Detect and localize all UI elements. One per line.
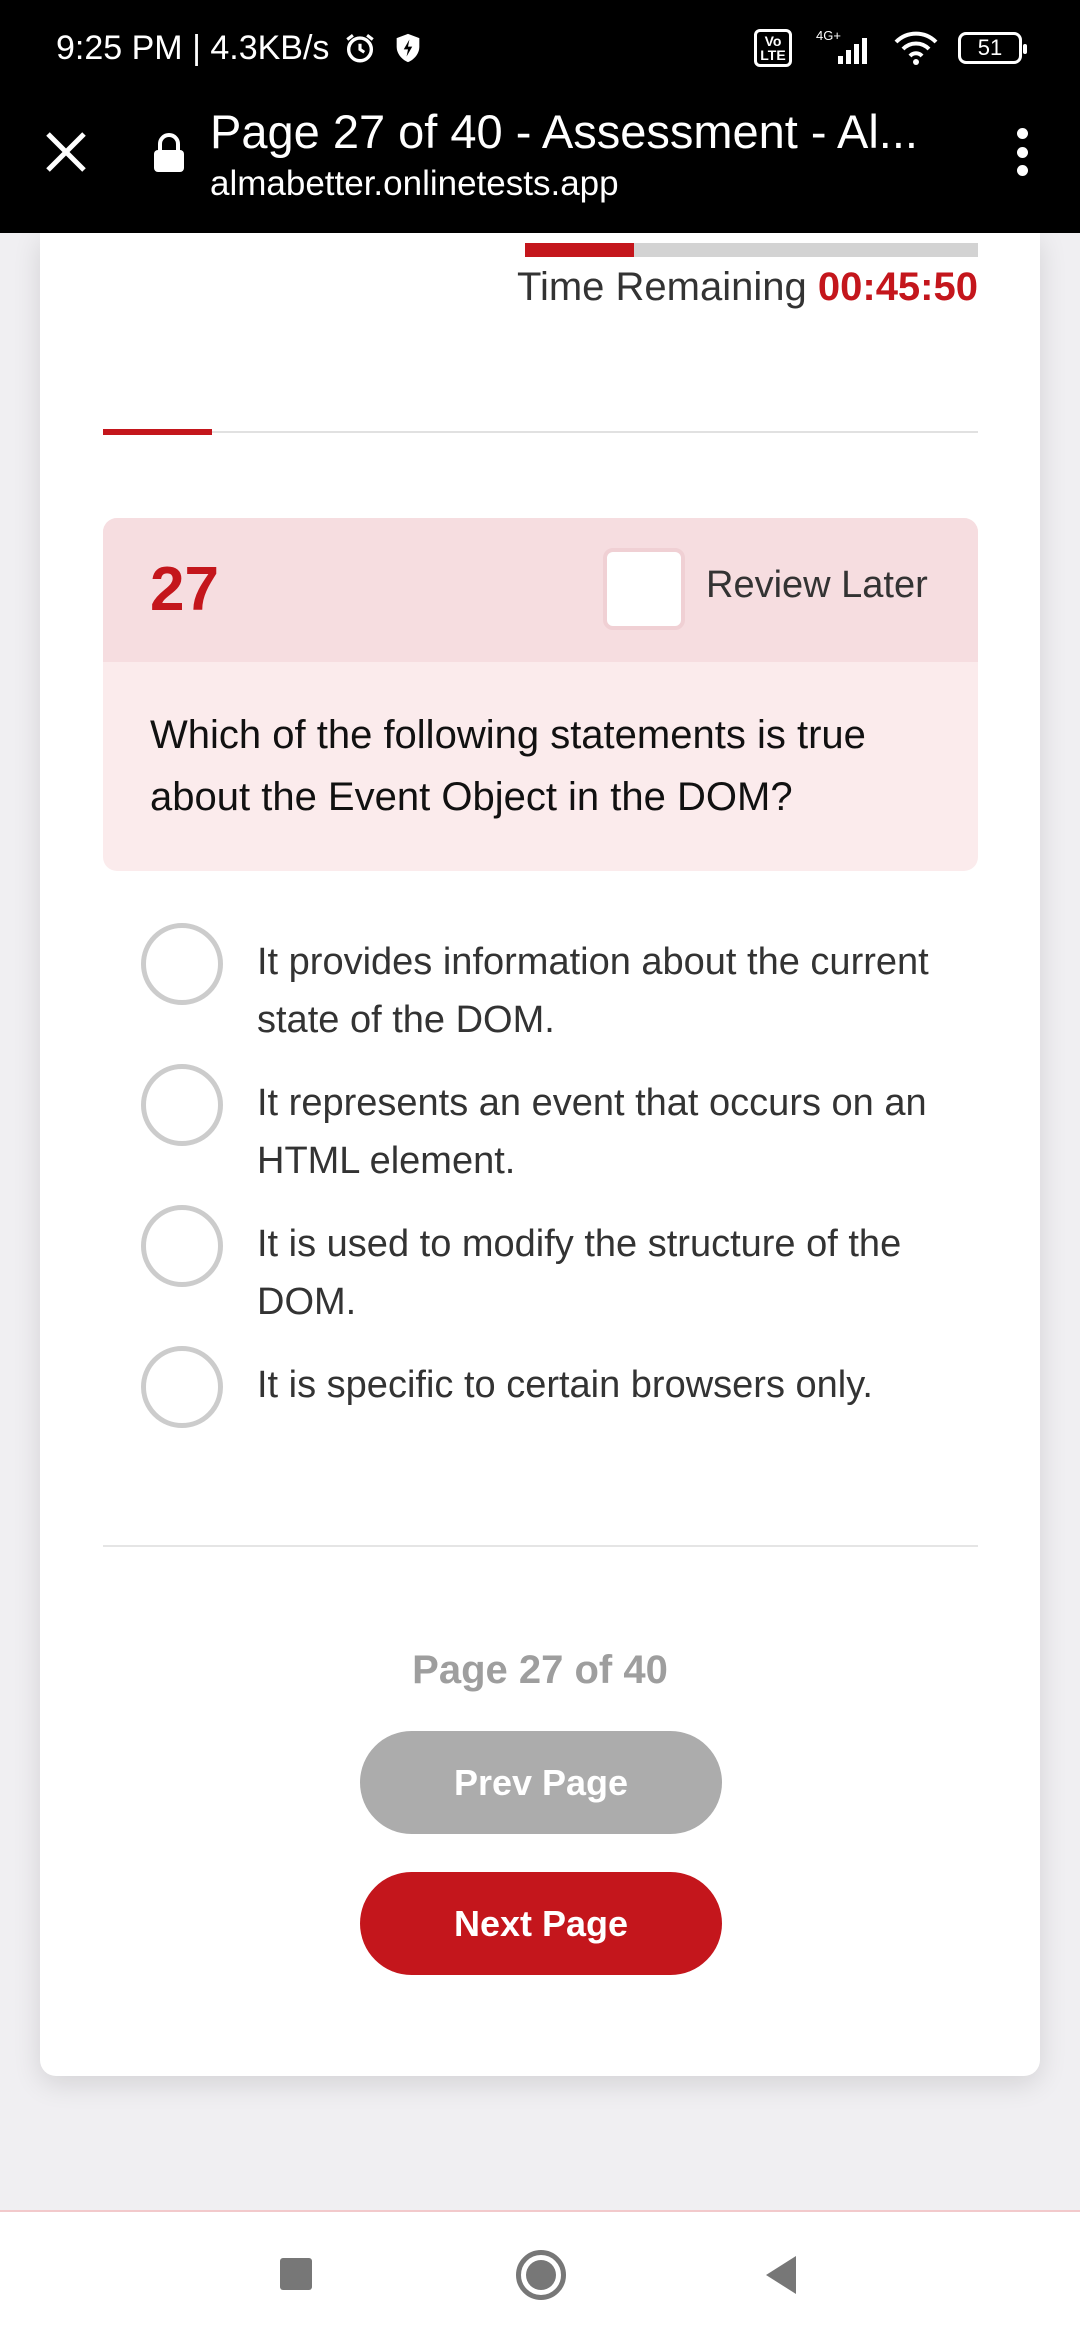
signal-icon: 4G+ xyxy=(816,28,867,64)
status-bar: 9:25 PM | 4.3KB/s Vo LTE 4G+ 51 xyxy=(0,0,1080,96)
assessment-progress-fill xyxy=(103,429,213,435)
back-button[interactable] xyxy=(762,2254,800,2296)
question-number: 27 xyxy=(150,555,219,624)
question-header: 27 Review Later xyxy=(103,518,978,662)
timer-progress-fill xyxy=(525,243,634,257)
page-title: Page 27 of 40 - Assessment - Al... xyxy=(210,105,918,158)
assessment-progress-bar xyxy=(103,429,978,435)
next-page-button[interactable]: Next Page xyxy=(360,1872,722,1975)
status-time: 9:25 PM | 4.3KB/s xyxy=(56,28,330,67)
status-left: 9:25 PM | 4.3KB/s xyxy=(56,29,425,68)
option-radio[interactable] xyxy=(141,1346,223,1428)
answer-option[interactable]: It provides information about the curren… xyxy=(141,923,1021,1049)
option-text[interactable]: It is used to modify the structure of th… xyxy=(257,1215,977,1331)
menu-dot xyxy=(1016,128,1028,139)
question-text: Which of the following statements is tru… xyxy=(150,713,866,819)
answer-option[interactable]: It is used to modify the structure of th… xyxy=(141,1205,1021,1331)
home-button[interactable] xyxy=(516,2250,566,2300)
divider xyxy=(103,1545,978,1547)
menu-dot xyxy=(1016,146,1028,158)
answer-option[interactable]: It is specific to certain browsers only. xyxy=(141,1346,1021,1428)
network-type: 4G+ xyxy=(816,28,841,43)
review-later-label[interactable]: Review Later xyxy=(706,564,928,607)
wifi-icon xyxy=(894,31,938,65)
recent-apps-button[interactable] xyxy=(280,2258,312,2290)
page-url[interactable]: almabetter.onlinetests.app xyxy=(210,164,619,204)
shield-icon xyxy=(397,33,420,63)
battery-level: 51 xyxy=(977,35,1003,60)
time-remaining-value: 00:45:50 xyxy=(817,265,978,309)
option-text[interactable]: It provides information about the curren… xyxy=(257,933,977,1049)
review-later-checkbox[interactable] xyxy=(603,548,685,630)
alarm-icon xyxy=(346,34,375,63)
option-radio[interactable] xyxy=(141,1064,223,1146)
close-tab-button[interactable] xyxy=(40,126,92,178)
option-text[interactable]: It is specific to certain browsers only. xyxy=(257,1356,977,1414)
timer-progress-bar xyxy=(525,243,978,257)
option-radio[interactable] xyxy=(141,1205,223,1287)
volte-icon: Vo LTE xyxy=(754,29,792,67)
close-icon xyxy=(46,132,86,172)
page-indicator: Page 27 of 40 xyxy=(412,1648,668,1692)
battery-icon: 51 xyxy=(958,32,1027,64)
system-nav-bar xyxy=(0,2210,1080,2340)
prev-page-button[interactable]: Prev Page xyxy=(360,1731,722,1834)
question-box: 27 Review Later Which of the following s… xyxy=(103,518,978,871)
option-text[interactable]: It represents an event that occurs on an… xyxy=(257,1074,977,1190)
assessment-card: Time Remaining 00:45:50 27 Review Later … xyxy=(40,233,1040,2076)
answer-option[interactable]: It represents an event that occurs on an… xyxy=(141,1064,1021,1190)
browser-toolbar: Page 27 of 40 - Assessment - Al... almab… xyxy=(0,96,1080,233)
time-remaining-label: Time Remaining xyxy=(517,265,807,309)
time-remaining: Time Remaining 00:45:50 xyxy=(517,265,978,310)
option-radio[interactable] xyxy=(141,923,223,1005)
menu-dot xyxy=(1016,165,1028,176)
lock-icon xyxy=(154,133,184,172)
status-right: Vo LTE 4G+ 51 xyxy=(754,28,1027,68)
browser-menu-button[interactable] xyxy=(1002,122,1042,182)
